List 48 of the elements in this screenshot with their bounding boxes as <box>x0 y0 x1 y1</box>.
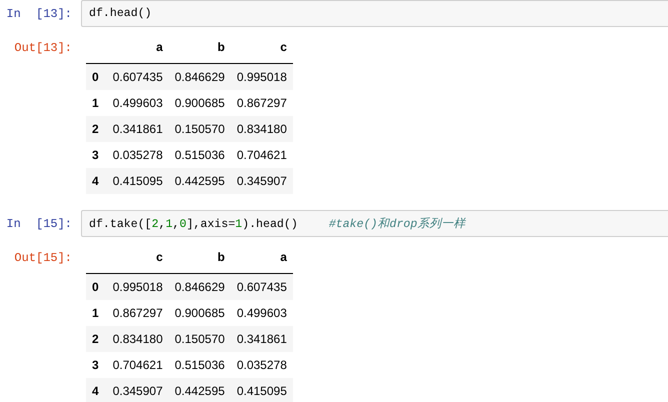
table-cell: 0.035278 <box>106 142 169 168</box>
table-cell: 0.150570 <box>168 116 231 142</box>
table-cell: 0.846629 <box>168 64 231 90</box>
table-cell: 0.035278 <box>230 352 293 378</box>
table-cell: 0.442595 <box>168 378 231 402</box>
table-cell: 0.607435 <box>106 64 169 90</box>
row-index: 0 <box>86 274 107 300</box>
row-index: 4 <box>86 168 107 194</box>
table-cell: 0.867297 <box>106 300 169 326</box>
table-cell: 0.415095 <box>230 378 293 402</box>
table-cell: 0.607435 <box>230 274 293 300</box>
row-index: 2 <box>86 116 107 142</box>
table-cell: 0.704621 <box>106 352 169 378</box>
table-cell: 0.515036 <box>168 142 231 168</box>
output-prompt: Out[13]: <box>13 40 73 57</box>
table-cell: 0.834180 <box>230 116 293 142</box>
input-prompt: In [15]: <box>5 216 73 233</box>
input-prompt: In [13]: <box>5 6 73 23</box>
table-cell: 0.499603 <box>230 300 293 326</box>
table-cell: 0.499603 <box>106 90 169 116</box>
row-index: 0 <box>86 64 107 90</box>
table-cell: 0.345907 <box>230 168 293 194</box>
table-cell: 0.442595 <box>168 168 231 194</box>
table-cell: 0.834180 <box>106 326 169 352</box>
table-cell: 0.345907 <box>106 378 169 402</box>
table-cell: 0.341861 <box>230 326 293 352</box>
table-cell: 0.341861 <box>106 116 169 142</box>
code-input[interactable]: df.take([2,1,0],axis=1).head() #take()和drop系列一样 <box>81 210 668 237</box>
row-index: 1 <box>86 300 107 326</box>
table-cell: 0.150570 <box>168 326 231 352</box>
table-cell: 0.515036 <box>168 352 231 378</box>
row-index: 4 <box>86 378 107 402</box>
table-cell: 0.995018 <box>106 274 169 300</box>
row-index: 1 <box>86 90 107 116</box>
code-input[interactable]: df.head() <box>81 0 668 27</box>
table-cell: 0.415095 <box>106 168 169 194</box>
row-index: 3 <box>86 142 107 168</box>
table-cell: 0.846629 <box>168 274 231 300</box>
row-index: 2 <box>86 326 107 352</box>
table-cell: 0.995018 <box>230 64 293 90</box>
table-cell: 0.900685 <box>168 90 231 116</box>
row-index: 3 <box>86 352 107 378</box>
code-line: df.head() <box>89 7 152 20</box>
table-cell: 0.900685 <box>168 300 231 326</box>
table-cell: 0.704621 <box>230 142 293 168</box>
output-prompt: Out[15]: <box>13 250 73 267</box>
table-cell: 0.867297 <box>230 90 293 116</box>
code-line: df.take([2,1,0],axis=1).head() #take()和drop系列一样 <box>89 216 466 231</box>
